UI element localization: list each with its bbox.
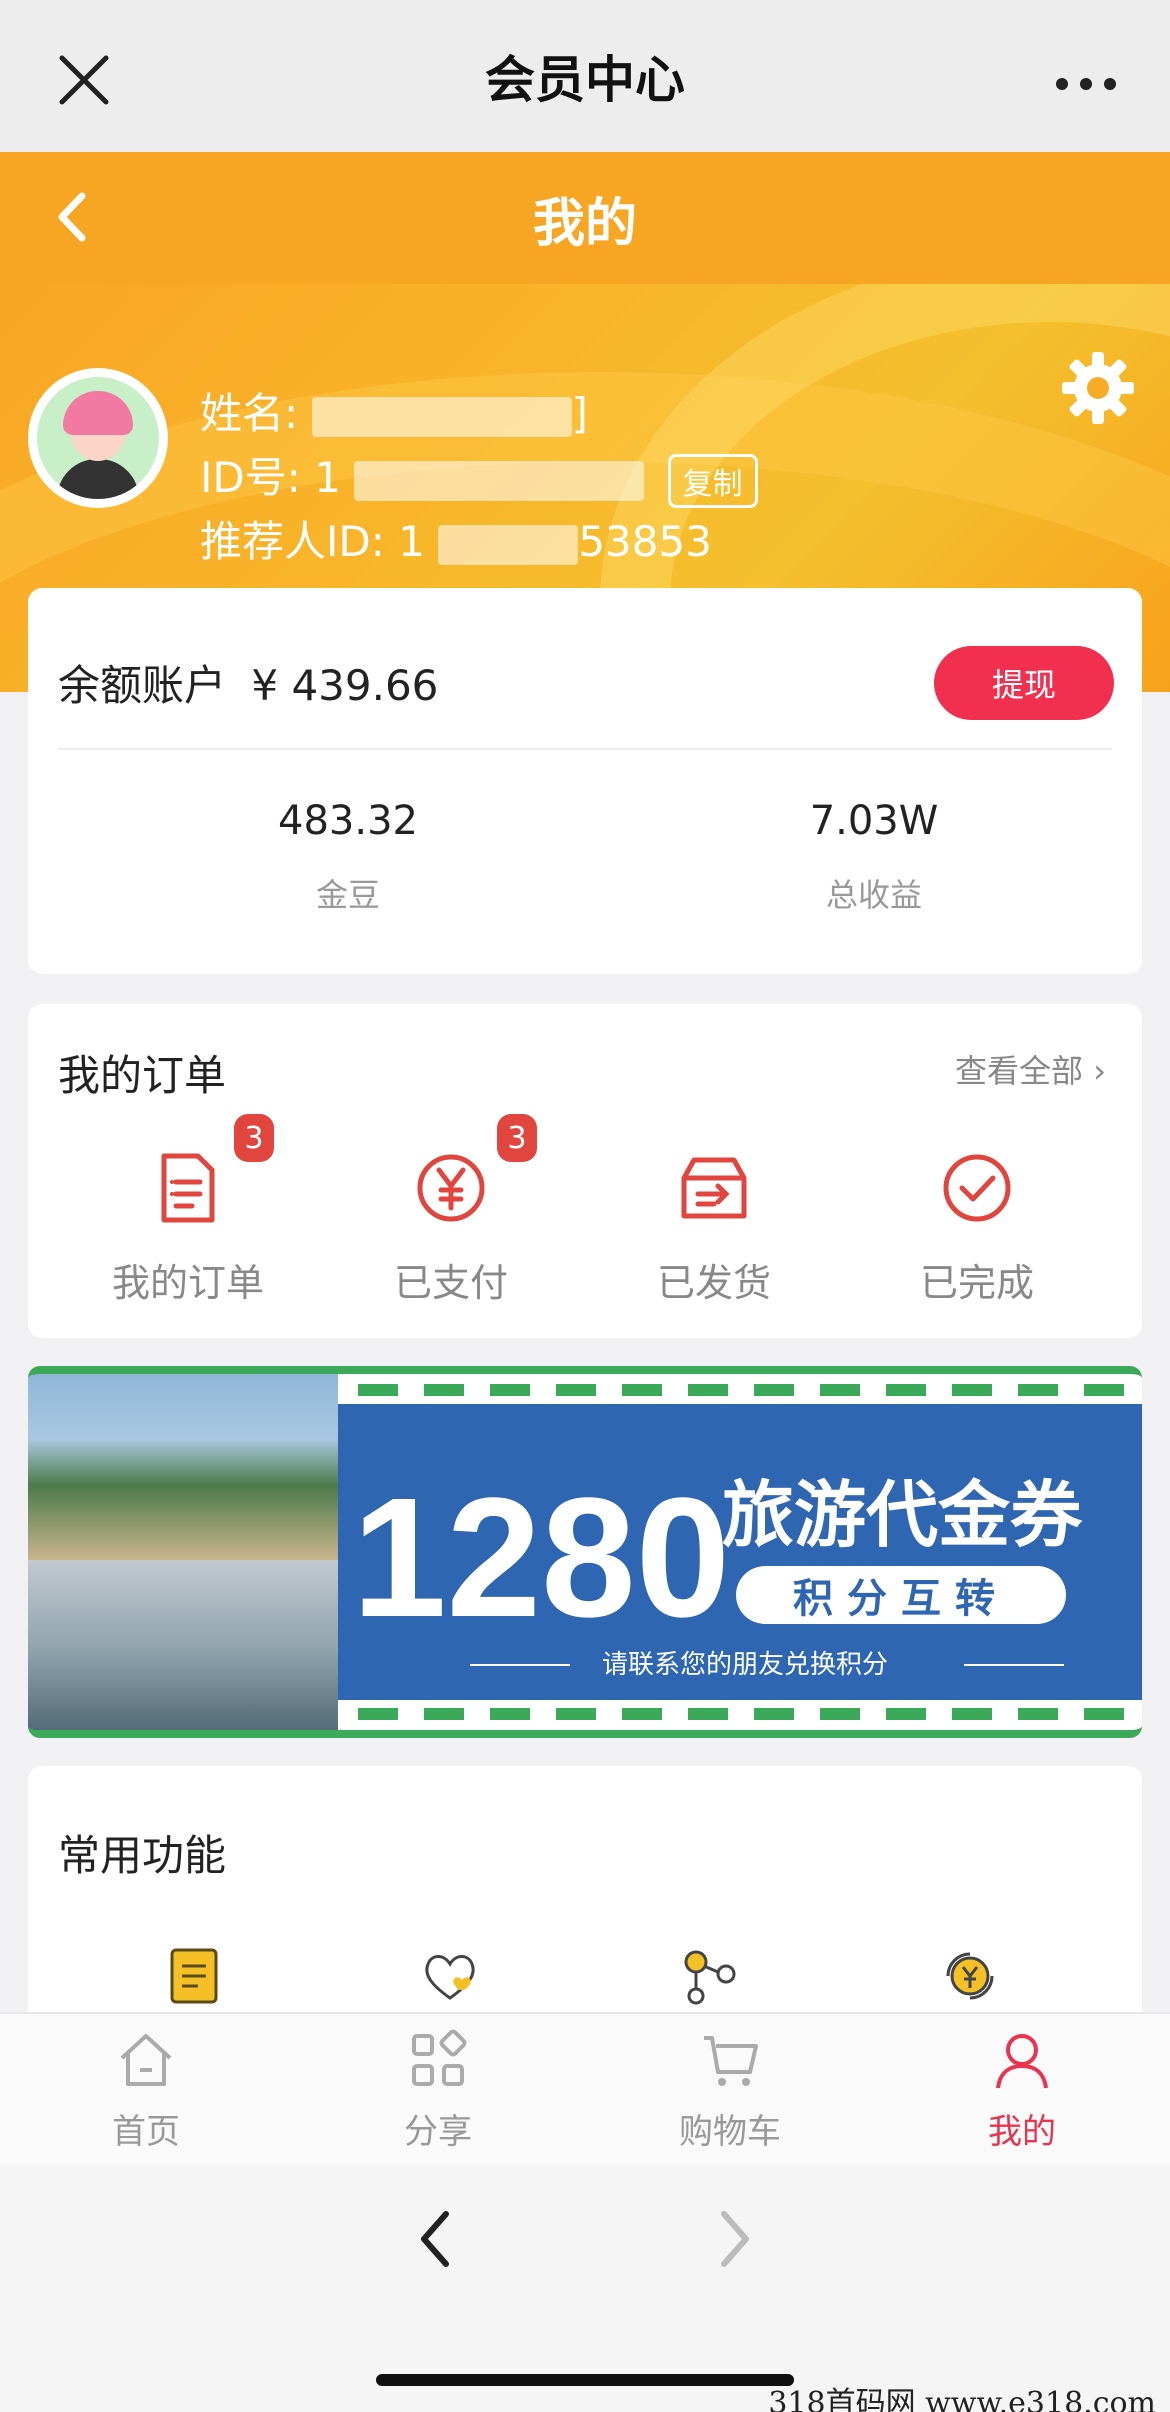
tab-label: 我的: [988, 2112, 1056, 2152]
travel-photo-hiker: [28, 1374, 338, 1560]
order-count-badge: 3: [497, 1114, 537, 1162]
divider: [58, 748, 1112, 750]
name-label: 姓名:: [200, 389, 299, 438]
travel-photo-boat: [28, 1560, 338, 1730]
voucher-title: 旅游代金券: [722, 1473, 1083, 1557]
user-profile-icon: [996, 2034, 1048, 2089]
grid-share-icon: [412, 2029, 467, 2086]
home-icon: [120, 2034, 172, 2086]
watermark: 318首码网 www.e318.com: [768, 2386, 1156, 2412]
name-tail: ]: [571, 389, 588, 438]
favorite-heart-icon[interactable]: [420, 1946, 480, 2006]
tab-label: 分享: [404, 2112, 472, 2152]
yuan-exchange-icon[interactable]: [940, 1946, 1000, 2006]
stat-gold-beans[interactable]: 483.32 金豆: [148, 798, 548, 916]
voucher-amount: 1280: [352, 1463, 731, 1653]
order-list-icon: [161, 1153, 215, 1223]
page-title: 我的: [532, 193, 637, 254]
shopping-cart-icon: [704, 2036, 758, 2086]
referrer-redacted: [438, 524, 579, 565]
balance-label: 余额账户: [58, 661, 227, 710]
id-redacted: [354, 460, 645, 501]
order-tab-paid[interactable]: 已支付: [321, 1114, 581, 1307]
more-options-icon[interactable]: [1046, 64, 1126, 104]
voucher-subtitle: 请联系您的朋友兑换积分: [602, 1650, 889, 1680]
tab-cart[interactable]: 购物车: [630, 2028, 830, 2153]
tab-mine[interactable]: 我的: [922, 2028, 1122, 2153]
profile-name-row: 姓名: ]: [200, 380, 588, 441]
order-tab-label: 已发货: [656, 1261, 771, 1305]
page-title-bar: 我的: [0, 152, 1170, 284]
browser-nav-bar: [0, 2164, 1170, 2412]
avatar[interactable]: [28, 368, 168, 508]
common-functions-title: 常用功能: [58, 1831, 227, 1880]
balance-amount: ¥ 439.66: [251, 661, 439, 710]
balance-card: 余额账户 ¥ 439.66 提现 483.32 金豆 7.03W 总收益: [28, 588, 1142, 974]
name-redacted: [311, 396, 572, 437]
view-all-orders-link[interactable]: 查看全部 ›: [955, 1046, 1106, 1092]
wechat-page-title: 会员中心: [485, 51, 685, 109]
close-icon[interactable]: [52, 48, 116, 112]
copy-id-button[interactable]: 复制: [667, 453, 758, 508]
balance-title: 余额账户 ¥ 439.66: [58, 652, 438, 713]
check-circle-icon: [943, 1154, 1011, 1222]
order-tab-all[interactable]: 我的订单: [58, 1114, 318, 1307]
share-nodes-icon[interactable]: [680, 1946, 740, 2006]
settings-gear-icon[interactable]: [1058, 348, 1138, 428]
order-tab-label: 我的订单: [111, 1261, 264, 1305]
orders-card: 我的订单 查看全部 › 我的订单 3 已支付 3 已发货 已完成: [28, 1004, 1142, 1338]
receipt-icon[interactable]: [164, 1946, 224, 2006]
browser-forward-icon[interactable]: [710, 2204, 760, 2274]
wechat-title-bar: 会员中心: [0, 0, 1170, 152]
stat-label: 金豆: [315, 876, 380, 914]
referrer-tail: 53853: [578, 517, 712, 566]
shipping-box-icon: [681, 1157, 747, 1219]
id-label: ID号: 1: [200, 453, 341, 502]
stat-label: 总收益: [825, 876, 922, 914]
order-tab-label: 已完成: [919, 1261, 1034, 1305]
yuan-coin-icon: [417, 1154, 485, 1222]
tab-home[interactable]: 首页: [46, 2028, 246, 2153]
profile-referrer-row: 推荐人ID: 1 53853: [200, 508, 712, 569]
tab-label: 首页: [112, 2112, 180, 2152]
bottom-tab-bar: 首页 分享 购物车 我的: [0, 2012, 1170, 2164]
order-tab-shipped[interactable]: 已发货: [584, 1114, 844, 1307]
profile-id-row: ID号: 1 复制: [200, 444, 758, 508]
withdraw-button[interactable]: 提现: [934, 646, 1114, 720]
tab-share[interactable]: 分享: [338, 2028, 538, 2153]
stat-total-earnings[interactable]: 7.03W 总收益: [674, 798, 1074, 916]
order-tab-label: 已支付: [393, 1261, 508, 1305]
referrer-label: 推荐人ID: 1: [200, 517, 425, 566]
browser-back-icon[interactable]: [410, 2204, 460, 2274]
stat-value: 483.32: [278, 798, 418, 844]
stat-value: 7.03W: [809, 798, 939, 844]
points-exchange-pill: 积分互转: [736, 1566, 1066, 1624]
orders-title: 我的订单: [58, 1051, 227, 1100]
tab-label: 购物车: [679, 2112, 781, 2152]
order-tab-completed[interactable]: 已完成: [847, 1114, 1107, 1307]
home-indicator[interactable]: [376, 2374, 794, 2386]
order-count-badge: 3: [234, 1114, 274, 1162]
back-arrow-icon[interactable]: [46, 182, 96, 252]
travel-voucher-banner[interactable]: 1280 旅游代金券 积分互转 请联系您的朋友兑换积分: [28, 1366, 1142, 1738]
